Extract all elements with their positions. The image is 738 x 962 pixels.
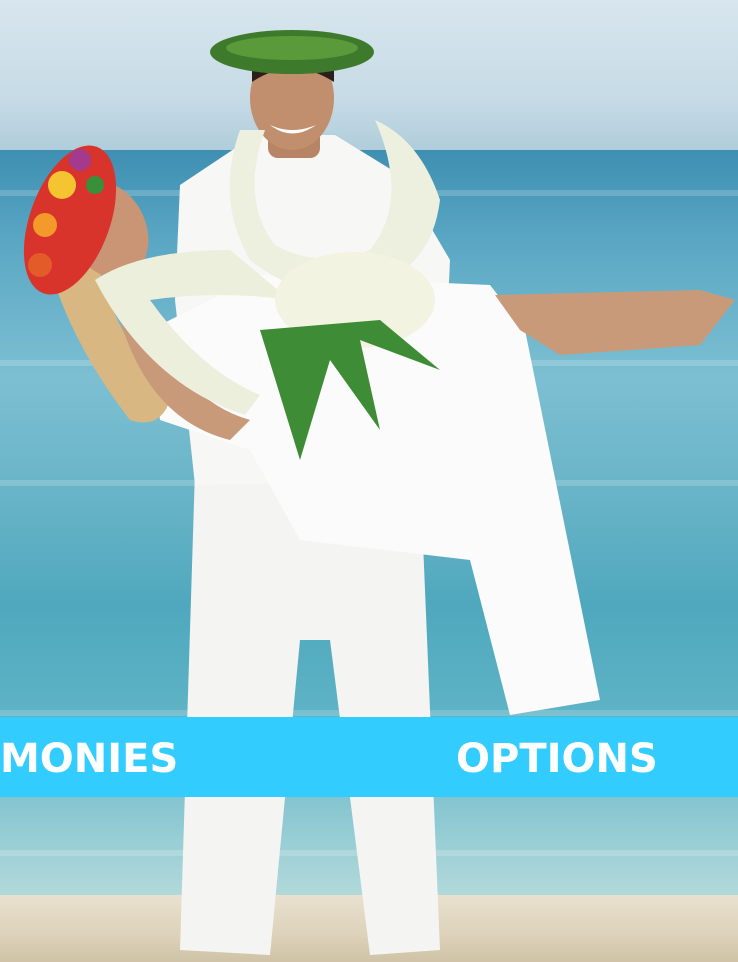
bride-legs [495, 290, 735, 355]
couple-illustration [23, 30, 735, 955]
menu-item-monies[interactable]: MONIES [0, 717, 178, 797]
menu-item-options[interactable]: OPTIONS [456, 717, 658, 797]
page: MONIES OPTIONS [0, 0, 738, 962]
menu-bar: MONIES OPTIONS [0, 717, 738, 797]
